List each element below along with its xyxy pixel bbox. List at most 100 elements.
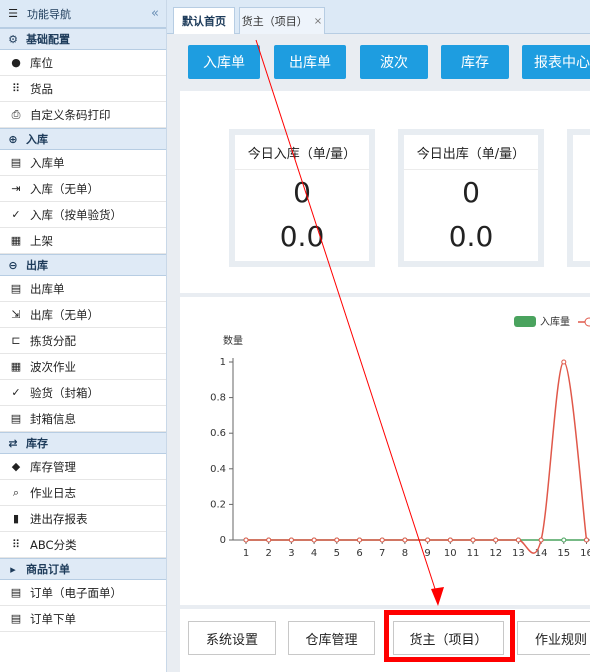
swap-arrows-icon: ⇄ <box>8 436 18 450</box>
sidebar-item[interactable]: ▤ 封箱信息 <box>0 406 166 432</box>
caret-right-icon: ▸ <box>10 562 16 576</box>
sidebar-item[interactable]: ⠿ ABC分类 <box>0 532 166 558</box>
data-point <box>561 359 567 365</box>
x-tick-label: 3 <box>288 548 294 559</box>
sidebar-section-title: 商品订单 <box>26 563 70 576</box>
sidebar-item-label: ABC分类 <box>30 537 77 552</box>
location-pin-icon: ● <box>11 56 21 69</box>
inbound-order-button[interactable]: 入库单 <box>188 45 260 79</box>
stat-count: 0 <box>293 175 311 209</box>
stat-qty: 0.0 <box>448 219 494 253</box>
search-icon: ⌕ <box>12 485 20 499</box>
sidebar-item[interactable]: ⇲ 出库（无单） <box>0 302 166 328</box>
sidebar-section[interactable]: ⇄ 库存 <box>0 432 166 454</box>
data-point <box>447 537 453 543</box>
sidebar-nav: ☰ 功能导航 « ⚙ 基础配置 ● 库位 ⠿ 货品 ⎙ 自定义条码打印 ⊕ 入库 ▤ 入库单 ⇥ 入库（无… <box>0 0 167 672</box>
y-tick-label: 1 <box>220 357 226 368</box>
table-icon: ▦ <box>10 360 22 373</box>
sidebar-item[interactable]: ▦ 上架 <box>0 228 166 254</box>
sidebar-section-title: 出库 <box>26 259 48 272</box>
sidebar-item-label: 出库（无单） <box>30 307 99 322</box>
stat-title: 今日入库（单/量） <box>235 135 369 170</box>
y-axis-label: 数量 <box>223 334 243 347</box>
list-box-icon: ▤ <box>10 412 22 425</box>
sidebar-item-label: 入库（无单） <box>30 181 99 196</box>
sidebar-item[interactable]: ⇥ 入库（无单） <box>0 176 166 202</box>
sidebar-section-title: 基础配置 <box>26 33 70 46</box>
sidebar-section[interactable]: ▸ 商品订单 <box>0 558 166 580</box>
sidebar-item-label: 入库（按单验货） <box>30 207 122 222</box>
exit-icon: ⇲ <box>11 308 21 321</box>
data-point <box>402 537 408 543</box>
sidebar-item-label: 拣货分配 <box>30 333 76 348</box>
bar-chart-icon: ▮ <box>12 512 20 525</box>
sidebar-item[interactable]: ▤ 出库单 <box>0 276 166 302</box>
inventory-button[interactable]: 库存 <box>441 45 509 79</box>
wave-button[interactable]: 波次 <box>360 45 428 79</box>
sidebar-item-label: 进出存报表 <box>30 511 88 526</box>
grid-dots-icon: ⠿ <box>11 538 21 551</box>
data-point <box>470 537 476 543</box>
sidebar-item-label: 入库单 <box>30 155 65 170</box>
warehouse-management-button[interactable]: 仓库管理 <box>288 621 375 655</box>
data-point <box>493 537 499 543</box>
sidebar-item[interactable]: ● 库位 <box>0 50 166 76</box>
tab-home[interactable]: 默认首页 <box>173 7 235 34</box>
stat-card-inbound: 今日入库（单/量） 0 0.0 <box>229 129 375 267</box>
sidebar-item-label: 上架 <box>30 233 53 248</box>
grid-dots-icon: ⠿ <box>11 82 21 95</box>
sidebar-section[interactable]: ⊖ 出库 <box>0 254 166 276</box>
data-point <box>379 537 385 543</box>
sidebar-section-title: 入库 <box>26 133 48 146</box>
data-point <box>334 537 340 543</box>
sidebar-item[interactable]: ⊏ 拣货分配 <box>0 328 166 354</box>
sidebar-section[interactable]: ⚙ 基础配置 <box>0 28 166 50</box>
highlight-box <box>384 610 515 662</box>
list-icon: ☰ <box>8 7 18 20</box>
sidebar-item[interactable]: ✓ 入库（按单验货） <box>0 202 166 228</box>
outbound-order-button[interactable]: 出库单 <box>274 45 346 79</box>
sidebar-item[interactable]: ⎙ 自定义条码打印 <box>0 102 166 128</box>
data-point <box>561 537 567 543</box>
sidebar-item-label: 验货（封箱） <box>30 385 99 400</box>
sidebar-item[interactable]: ▤ 订单下单 <box>0 606 166 632</box>
sidebar-item[interactable]: ▦ 波次作业 <box>0 354 166 380</box>
legend-label: 入库量 <box>540 315 570 328</box>
work-rules-button[interactable]: 作业规则 <box>517 621 590 655</box>
report-center-button[interactable]: 报表中心 <box>522 45 590 79</box>
x-tick-label: 8 <box>402 548 408 559</box>
document-icon: ▤ <box>10 282 22 295</box>
sidebar-item-label: 库存管理 <box>30 459 76 474</box>
sidebar-item[interactable]: ▤ 入库单 <box>0 150 166 176</box>
document-icon: ▤ <box>10 586 22 599</box>
data-point <box>584 537 589 543</box>
close-icon[interactable]: × <box>314 16 322 27</box>
sidebar-item-label: 波次作业 <box>30 359 76 374</box>
sidebar-item-label: 自定义条码打印 <box>30 107 111 122</box>
chart-panel: 数量 0 0.2 0.4 0.6 0.8 1 1 2 3 4 5 6 7 8 9 10 11 12 13 14 15 16 入… <box>180 297 590 605</box>
sidebar-item[interactable]: ⠿ 货品 <box>0 76 166 102</box>
x-tick-label: 14 <box>535 548 548 559</box>
film-icon: ▦ <box>10 234 22 247</box>
sidebar-item[interactable]: ⌕ 作业日志 <box>0 480 166 506</box>
sidebar-item-label: 货品 <box>30 81 53 96</box>
sidebar-item[interactable]: ✓ 验货（封箱） <box>0 380 166 406</box>
sidebar-item[interactable]: ◆ 库存管理 <box>0 454 166 480</box>
printer-icon: ⎙ <box>11 107 21 121</box>
tab-owner-project[interactable]: 货主（项目） × <box>239 7 325 34</box>
series-line <box>246 361 588 554</box>
stats-panel: 今日入库（单/量） 0 0.0 今日出库（单/量） 0 0.0 <box>180 91 590 293</box>
stat-title: 今日出库（单/量） <box>404 135 538 170</box>
sidebar-item[interactable]: ▮ 进出存报表 <box>0 506 166 532</box>
x-tick-label: 16 <box>580 548 590 559</box>
sidebar-section[interactable]: ⊕ 入库 <box>0 128 166 150</box>
tab-bar: 默认首页 货主（项目） × <box>167 0 590 34</box>
x-tick-label: 11 <box>467 548 480 559</box>
y-tick-label: 0.8 <box>210 393 226 404</box>
collapse-icon[interactable]: « <box>151 6 159 21</box>
sidebar-item[interactable]: ▤ 订单（电子面单） <box>0 580 166 606</box>
legend-swatch <box>514 316 536 327</box>
inbound-circle-icon: ⊕ <box>8 132 18 146</box>
system-settings-button[interactable]: 系统设置 <box>188 621 276 655</box>
data-point <box>288 537 294 543</box>
